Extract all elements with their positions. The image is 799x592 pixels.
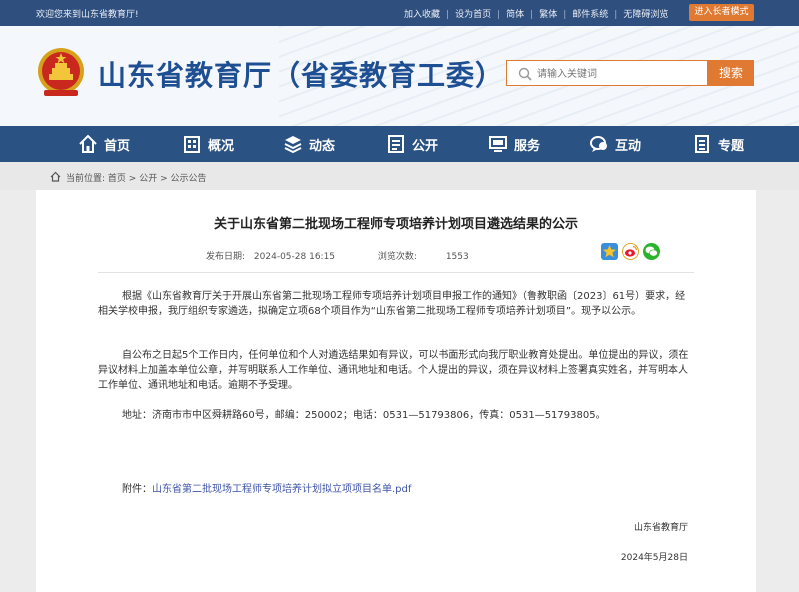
article-meta: 发布日期: 2024-05-28 16:15 浏览次数: 1553: [206, 249, 469, 262]
views-label: 浏览次数:: [377, 252, 417, 262]
building-icon: [184, 136, 200, 153]
site-header: 山东省教育厅（省委教育工委） 搜索: [0, 26, 799, 126]
search-icon: [518, 67, 532, 81]
list-icon: [695, 135, 709, 153]
breadcrumb-prefix: 当前位置:: [66, 174, 106, 184]
nav-item-public[interactable]: 公开: [386, 126, 438, 162]
nav-item-interaction[interactable]: 互动: [589, 126, 641, 162]
breadcrumb-public[interactable]: 公开: [139, 174, 157, 184]
home-icon: [79, 134, 97, 153]
publish-label: 发布日期:: [206, 252, 246, 262]
nav-label: 服务: [514, 138, 541, 154]
search-button[interactable]: 搜索: [708, 60, 754, 86]
article-paragraph: 自公布之日起5个工作日内，任何单位和个人对遴选结果如有异议，可以书面形式向我厅职…: [98, 350, 689, 391]
publish-date: 2024-05-28 16:15: [253, 252, 336, 262]
layers-icon: [284, 136, 302, 154]
nav-label: 动态: [309, 138, 336, 154]
nav-label: 互动: [615, 138, 642, 154]
add-favorite-link[interactable]: 加入收藏: [404, 10, 440, 20]
nav-label: 首页: [104, 138, 131, 154]
nav-item-topics[interactable]: 专题: [692, 126, 744, 162]
attachment: 附件：山东省第二批现场工程师专项培养计划拟立项项目名单.pdf: [122, 480, 411, 495]
article: 关于山东省第二批现场工程师专项培养计划项目遴选结果的公示 发布日期: 2024-…: [36, 190, 756, 592]
attachment-label: 附件：: [122, 484, 152, 495]
views-count: 1553: [445, 252, 469, 262]
set-homepage-link[interactable]: 设为首页: [455, 10, 491, 20]
attachment-link[interactable]: 山东省第二批现场工程师专项培养计划拟立项项目名单.pdf: [152, 484, 411, 495]
weibo-share-icon[interactable]: [622, 243, 639, 260]
nav-item-service[interactable]: 服务: [488, 126, 540, 162]
document-icon: [388, 135, 404, 153]
article-title: 关于山东省第二批现场工程师专项培养计划项目遴选结果的公示: [213, 217, 578, 232]
top-bar: 欢迎您来到山东省教育厅! 加入收藏 | 设为首页 | 简体 | 繁体 | 邮件系统 | 无障碍浏览 …: [0, 0, 799, 26]
search-box: [506, 60, 708, 86]
nav-item-overview[interactable]: 概况: [182, 126, 234, 162]
elder-mode-button[interactable]: 进入长者模式: [689, 4, 754, 21]
qzone-share-icon[interactable]: [601, 243, 618, 260]
national-emblem-icon: [38, 48, 84, 96]
signature: 山东省教育厅: [633, 523, 688, 533]
site-title: 山东省教育厅（省委教育工委）: [98, 59, 505, 92]
simplified-chinese-link[interactable]: 简体: [506, 10, 524, 20]
meta-divider: [98, 272, 694, 273]
nav-label: 概况: [208, 138, 235, 154]
nav-label: 公开: [412, 138, 439, 154]
breadcrumb-home[interactable]: 首页: [108, 174, 126, 184]
monitor-icon: [489, 136, 507, 152]
chat-icon: [590, 136, 607, 152]
accessibility-link[interactable]: 无障碍浏览: [623, 10, 668, 20]
wechat-share-icon[interactable]: [643, 243, 660, 260]
breadcrumb-notices[interactable]: 公示公告: [170, 174, 206, 184]
mail-system-link[interactable]: 邮件系统: [572, 10, 608, 20]
nav-item-news[interactable]: 动态: [283, 126, 335, 162]
article-paragraph: 根据《山东省教育厅关于开展山东省第二批现场工程师专项培养计划项目申报工作的通知》…: [98, 291, 686, 317]
sign-date: 2024年5月28日: [620, 553, 688, 563]
breadcrumb: 当前位置: 首页 > 公开 > 公示公告: [0, 162, 799, 190]
home-icon: [50, 171, 61, 182]
traditional-chinese-link[interactable]: 繁体: [539, 10, 557, 20]
welcome-text: 欢迎您来到山东省教育厅!: [36, 10, 139, 20]
top-links: 加入收藏 | 设为首页 | 简体 | 繁体 | 邮件系统 | 无障碍浏览: [404, 10, 669, 20]
main-nav: 首页 概况 动态 公开 服务 互动 专题: [0, 126, 799, 162]
article-paragraph: 地址：济南市市中区舜耕路60号，邮编：250002；电话：0531—517938…: [122, 410, 606, 421]
share-buttons: [601, 243, 660, 260]
search-input[interactable]: [537, 65, 702, 83]
nav-item-home[interactable]: 首页: [78, 126, 130, 162]
nav-label: 专题: [718, 138, 745, 154]
